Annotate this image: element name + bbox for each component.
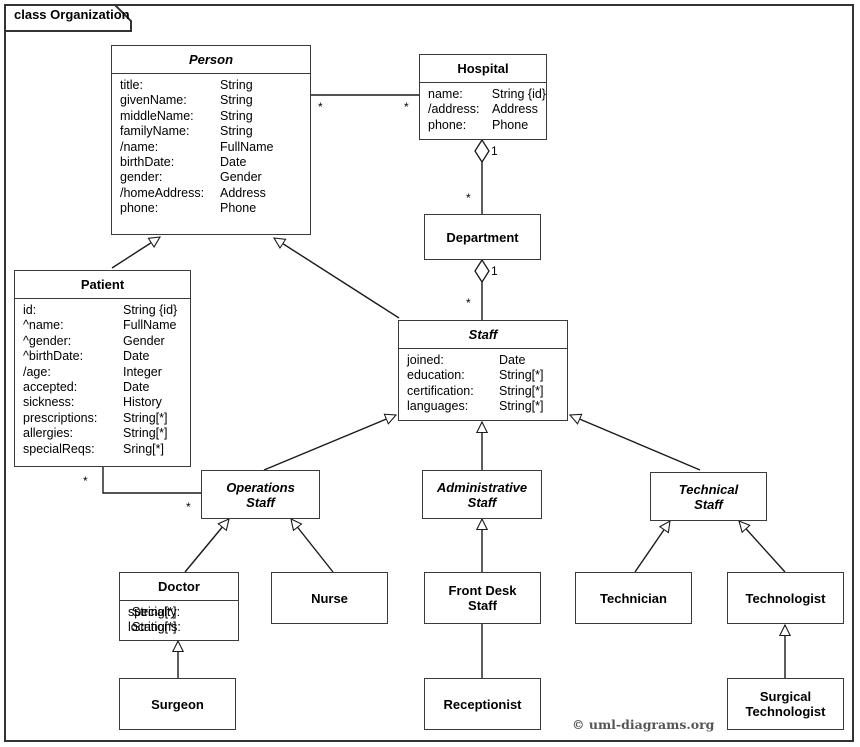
attribute-row: prescriptions: String[*] <box>23 410 168 425</box>
attribute-row: familyName: String <box>120 124 253 139</box>
multiplicity-person-hospital-hospital-end: * <box>404 100 409 114</box>
class-hospital[interactable]: Hospital name: String {id} /address: Addre… <box>419 54 547 140</box>
class-administrative-staff[interactable]: Administrative Staff <box>422 470 542 519</box>
class-front-desk-staff-title: Front Desk Staff <box>448 583 517 613</box>
link-doctor-operations-staff <box>184 519 229 573</box>
multiplicity-patient-operations-patient-end: * <box>83 474 88 488</box>
attribute-row: allergies: String[*] <box>23 426 168 441</box>
multiplicity-hospital-department-department-end: * <box>466 191 471 205</box>
link-technician-technical-staff <box>634 521 670 573</box>
attribute-row: ^birthDate: Date <box>23 349 150 364</box>
multiplicity-department-staff-staff-end: * <box>466 296 471 310</box>
link-operations-staff-staff <box>263 415 396 471</box>
attribute-row: specialReqs: Sring[*] <box>23 441 164 456</box>
attribute-row: phone: Phone <box>428 117 529 132</box>
link-department-staff <box>474 258 490 320</box>
class-surgical-technologist[interactable]: Surgical Technologist <box>727 678 844 730</box>
multiplicity-patient-operations-operations-end: * <box>186 500 191 514</box>
class-patient-title: Patient <box>15 271 190 299</box>
class-doctor[interactable]: Doctor specialty: String[*] locations: Str… <box>119 572 239 641</box>
link-staff-person <box>274 238 400 319</box>
class-technologist-title: Technologist <box>745 590 826 606</box>
class-operations-staff[interactable]: Operations Staff <box>201 470 320 519</box>
attribute-row: joined: Date <box>407 353 526 367</box>
class-surgical-technologist-title: Surgical Technologist <box>745 689 826 719</box>
class-department-title: Department <box>446 229 519 245</box>
class-doctor-attributes: specialty: String[*] locations: String[*] <box>120 601 238 641</box>
class-person-attributes: title: String givenName: String middleName… <box>112 74 310 222</box>
class-staff[interactable]: Staff joined: Date education: String[*] ce… <box>398 320 568 421</box>
attribute-row: name: String {id} <box>428 87 546 101</box>
class-staff-attributes: joined: Date education: String[*] certific… <box>399 349 567 420</box>
class-hospital-title: Hospital <box>420 55 546 83</box>
attribute-row: birthDate: Date <box>120 155 247 170</box>
attribute-row: ^name: FullName <box>23 318 177 333</box>
class-staff-title: Staff <box>399 321 567 349</box>
attribute-row: /name: FullName <box>120 139 274 154</box>
class-receptionist-title: Receptionist <box>443 696 522 712</box>
attribute-row: gender: Gender <box>120 170 262 185</box>
class-patient[interactable]: Patient id: String {id} ^name: FullName ^g… <box>14 270 191 467</box>
multiplicity-person-hospital-person-end: * <box>318 100 323 114</box>
multiplicity-hospital-department-hospital-end: 1 <box>491 144 498 158</box>
link-patient-person <box>111 237 160 269</box>
class-surgeon-title: Surgeon <box>151 696 204 712</box>
class-technologist[interactable]: Technologist <box>727 572 844 624</box>
class-technician-title: Technician <box>600 590 667 606</box>
attribute-row: givenName: String <box>120 93 253 108</box>
class-hospital-attributes: name: String {id} /address: Address phone:… <box>420 83 546 138</box>
attribute-row: id: String {id} <box>23 303 178 317</box>
link-hospital-department <box>474 138 490 214</box>
attribute-row: phone: Phone <box>120 201 257 216</box>
attribute-row: sickness: History <box>23 395 162 410</box>
class-technical-staff[interactable]: Technical Staff <box>650 472 767 521</box>
class-administrative-staff-title: Administrative Staff <box>436 479 528 510</box>
class-surgeon[interactable]: Surgeon <box>119 678 236 730</box>
class-patient-attributes: id: String {id} ^name: FullName ^gender: Ge… <box>15 299 190 462</box>
copyright-notice: © uml-diagrams.org <box>572 717 715 732</box>
link-nurse-operations-staff <box>291 519 334 573</box>
attribute-row: certification: String[*] <box>407 383 544 398</box>
class-front-desk-staff[interactable]: Front Desk Staff <box>424 572 541 624</box>
attribute-row: ^gender: Gender <box>23 333 165 348</box>
attribute-row: /age: Integer <box>23 364 162 379</box>
class-person[interactable]: Person title: String givenName: String mid… <box>111 45 311 235</box>
multiplicity-department-staff-department-end: 1 <box>491 264 498 278</box>
class-receptionist[interactable]: Receptionist <box>424 678 541 730</box>
attribute-row: accepted: Date <box>23 380 150 395</box>
class-technical-staff-title: Technical Staff <box>678 481 739 512</box>
class-department[interactable]: Department <box>424 214 541 260</box>
class-doctor-title: Doctor <box>120 573 238 601</box>
class-technician[interactable]: Technician <box>575 572 692 624</box>
attribute-row: education: String[*] <box>407 368 544 383</box>
class-nurse-title: Nurse <box>311 590 348 606</box>
attribute-row: /address: Address <box>428 102 538 117</box>
class-operations-staff-title: Operations Staff <box>226 479 295 510</box>
attribute-row: title: String <box>120 78 253 92</box>
attribute-row: specialty: String[*] <box>128 605 181 619</box>
link-patient-operations-staff <box>102 467 201 494</box>
attribute-row: /homeAddress: Address <box>120 185 266 200</box>
link-technical-staff-staff <box>570 415 701 471</box>
attribute-row: locations: String[*] <box>128 620 181 635</box>
class-person-title: Person <box>112 46 310 74</box>
attribute-row: middleName: String <box>120 108 253 123</box>
link-technologist-technical-staff <box>739 521 786 573</box>
attribute-row: languages: String[*] <box>407 399 544 414</box>
class-nurse[interactable]: Nurse <box>271 572 388 624</box>
uml-class-diagram: class Organization * * 1 * 1 * * * Perso… <box>0 0 860 747</box>
